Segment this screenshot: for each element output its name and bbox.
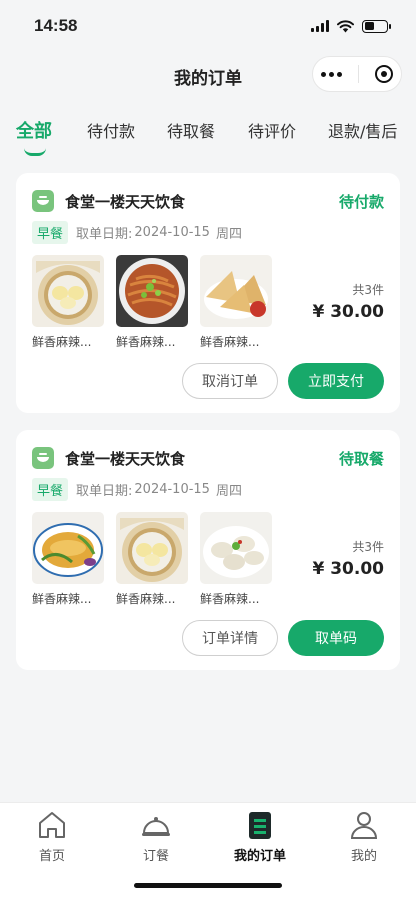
order-list-icon <box>249 812 271 839</box>
tab-pending-review[interactable]: 待评价 <box>248 118 296 142</box>
status-icons <box>311 19 391 33</box>
meal-tag: 早餐 <box>32 478 69 501</box>
pickup-code-button[interactable]: 取单码 <box>288 620 384 656</box>
user-icon <box>350 812 378 839</box>
tabbar-label: 我的 <box>350 849 377 864</box>
order-price: ¥ 30.00 <box>312 559 384 579</box>
status-time: 14:58 <box>34 16 78 35</box>
dumplings-image <box>200 512 272 584</box>
tab-refund[interactable]: 退款/售后 <box>328 118 397 142</box>
tab-pending-payment[interactable]: 待付款 <box>87 118 135 142</box>
page-title: 我的订单 <box>174 68 242 89</box>
braised-fish-image <box>32 512 104 584</box>
tabbar-item-home[interactable]: 首页 <box>12 809 92 864</box>
order-item[interactable]: 鲜香麻辣... <box>32 255 104 350</box>
item-name: 鲜香麻辣... <box>200 335 260 349</box>
pay-now-button[interactable]: 立即支付 <box>288 363 384 399</box>
order-item[interactable]: 鲜香麻辣... <box>200 255 272 350</box>
tabbar-item-my-orders[interactable]: 我的订单 <box>220 809 300 864</box>
tabbar-label: 首页 <box>38 849 65 864</box>
store-bowl-icon <box>32 447 54 469</box>
item-name: 鲜香麻辣... <box>200 592 260 606</box>
order-tabs: 全部 待付款 待取餐 待评价 退款/售后 <box>0 110 416 160</box>
miniprogram-capsule <box>312 56 402 92</box>
close-miniprogram-icon[interactable] <box>375 65 393 83</box>
more-icon[interactable] <box>321 71 342 77</box>
order-status: 待付款 <box>338 192 384 211</box>
nav-bar: 我的订单 <box>0 52 416 100</box>
item-count: 共3件 <box>352 540 384 554</box>
pickup-label: 取单日期: <box>76 484 133 499</box>
order-item[interactable]: 鲜香麻辣... <box>32 512 104 607</box>
battery-icon <box>362 19 391 33</box>
pickup-label: 取单日期: <box>76 227 133 242</box>
active-tab-indicator <box>24 148 46 156</box>
cancel-order-button[interactable]: 取消订单 <box>182 363 278 399</box>
tab-all[interactable]: 全部 <box>16 117 52 143</box>
order-details-button[interactable]: 订单详情 <box>182 620 278 656</box>
store-name: 食堂一楼天天饮食 <box>65 192 186 211</box>
item-name: 鲜香麻辣... <box>32 592 92 606</box>
meal-tag: 早餐 <box>32 221 69 244</box>
tabbar-label: 我的订单 <box>233 849 286 864</box>
home-icon <box>39 812 65 838</box>
pickup-weekday: 周四 <box>215 484 242 499</box>
tabbar-label: 订餐 <box>142 849 169 864</box>
steamed-rolls-image <box>32 255 104 327</box>
cloche-icon <box>142 817 170 836</box>
signal-icon <box>311 20 329 32</box>
home-indicator <box>134 883 282 888</box>
order-item[interactable]: 鲜香麻辣... <box>116 255 188 350</box>
capsule-divider <box>358 65 359 83</box>
item-name: 鲜香麻辣... <box>32 335 92 349</box>
item-name: 鲜香麻辣... <box>116 335 176 349</box>
wifi-icon <box>337 19 354 32</box>
samosa-image <box>200 255 272 327</box>
item-name: 鲜香麻辣... <box>116 592 176 606</box>
order-item[interactable]: 鲜香麻辣... <box>116 512 188 607</box>
order-card[interactable]: 食堂一楼天天饮食 待取餐 早餐 取单日期: 2024-10-15 周四 鲜香麻辣… <box>16 430 400 670</box>
steamed-rolls-image <box>116 512 188 584</box>
order-status: 待取餐 <box>338 449 384 468</box>
store-bowl-icon <box>32 190 54 212</box>
tab-pending-pickup[interactable]: 待取餐 <box>167 118 215 142</box>
bottom-tab-bar: 首页 订餐 我的订单 我的 <box>0 802 416 900</box>
item-count: 共3件 <box>352 283 384 297</box>
pickup-weekday: 周四 <box>215 227 242 242</box>
spicy-noodles-image <box>116 255 188 327</box>
pickup-date: 2024-10-15 <box>134 482 210 497</box>
tabbar-item-profile[interactable]: 我的 <box>324 809 404 864</box>
status-bar: 14:58 <box>0 0 416 52</box>
tabbar-item-order-food[interactable]: 订餐 <box>116 809 196 864</box>
order-item[interactable]: 鲜香麻辣... <box>200 512 272 607</box>
order-price: ¥ 30.00 <box>312 302 384 322</box>
pickup-date: 2024-10-15 <box>134 225 210 240</box>
order-card[interactable]: 食堂一楼天天饮食 待付款 早餐 取单日期: 2024-10-15 周四 鲜香麻辣… <box>16 173 400 413</box>
store-name: 食堂一楼天天饮食 <box>65 449 186 468</box>
